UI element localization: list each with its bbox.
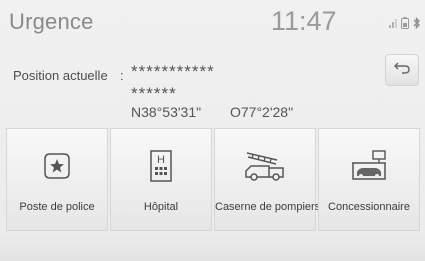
label-separator: : <box>120 68 124 83</box>
hospital-button[interactable]: H Hôpital <box>110 128 212 231</box>
bottom-area <box>0 231 425 261</box>
police-badge-icon <box>7 149 107 183</box>
back-button[interactable] <box>385 54 419 86</box>
emergency-category-grid: Poste de police H Hôpital Caserne de pom… <box>6 128 425 231</box>
police-station-button[interactable]: Poste de police <box>6 128 108 231</box>
page-title: Urgence <box>9 9 94 34</box>
address-line-1: *********** <box>131 62 215 81</box>
fire-station-button[interactable]: Caserne de pompiers <box>214 128 321 231</box>
bluetooth-icon <box>413 17 421 29</box>
hospital-icon: H <box>111 149 211 183</box>
car-dealer-button[interactable]: Concessionnaire <box>318 128 420 231</box>
current-position-label: Position actuelle <box>13 68 108 83</box>
car-dealer-icon <box>319 149 419 183</box>
fire-station-label: Caserne de pompiers <box>215 201 321 213</box>
hospital-label: Hôpital <box>143 201 179 213</box>
top-bar: Urgence 11:47 <box>0 0 425 46</box>
fire-truck-icon <box>215 149 315 183</box>
car-dealer-label: Concessionnaire <box>328 201 410 213</box>
emergency-screen: Urgence 11:47 Position actuelle: ******… <box>0 0 425 261</box>
signal-icon <box>389 18 397 28</box>
clock: 11:47 <box>271 6 337 36</box>
status-icons <box>389 16 421 30</box>
return-arrow-icon <box>393 61 411 80</box>
address-line-2: ****** <box>131 84 177 103</box>
svg-text:H: H <box>157 154 165 166</box>
police-station-label: Poste de police <box>19 201 95 213</box>
longitude: O77°2'28" <box>230 104 294 120</box>
phone-battery-icon <box>401 17 409 29</box>
current-position-panel: Position actuelle : *********** ****** N… <box>0 52 425 128</box>
latitude: N38°53'31" <box>131 104 202 120</box>
